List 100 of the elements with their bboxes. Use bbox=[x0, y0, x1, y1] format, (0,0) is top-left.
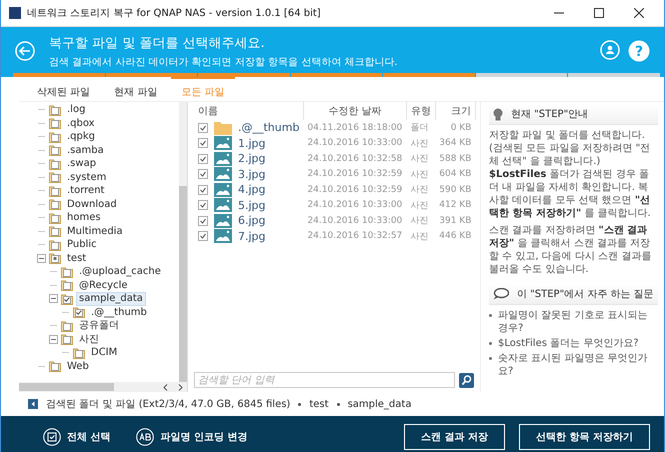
collapse-toggle-icon[interactable] bbox=[37, 254, 46, 263]
table-cell-text: 24.10.2016 10:32:58 bbox=[306, 152, 404, 166]
tree-item[interactable]: .qpkg bbox=[64, 130, 98, 144]
image-file-icon bbox=[214, 198, 232, 212]
checked-checkbox[interactable] bbox=[198, 169, 208, 180]
tree-item[interactable]: homes bbox=[64, 211, 104, 224]
table-cell-text: 24.10.2016 10:32:59 bbox=[306, 168, 404, 182]
action-button[interactable]: 스캔 결과 저장 bbox=[404, 424, 506, 450]
folder-icon[interactable] bbox=[49, 130, 61, 143]
folder-icon[interactable] bbox=[49, 144, 61, 156]
folder-icon[interactable] bbox=[61, 333, 73, 346]
maximize-icon[interactable] bbox=[594, 8, 604, 18]
table-cell-text: 사진 bbox=[409, 215, 430, 228]
folder-icon[interactable] bbox=[49, 158, 61, 170]
folder-icon[interactable] bbox=[49, 238, 61, 251]
table-cell-text: 24.10.2016 10:32:57 bbox=[306, 230, 404, 244]
collapse-panel-icon[interactable] bbox=[28, 399, 38, 409]
tree-item[interactable]: .@__thumb bbox=[88, 306, 150, 319]
tab[interactable]: 현재 파일 bbox=[104, 77, 168, 101]
tree-item[interactable]: .@upload_cache bbox=[76, 265, 164, 278]
toolbar-button[interactable]: 파일명 인코딩 변경 bbox=[130, 427, 254, 447]
partly-checked-folder-icon[interactable] bbox=[49, 252, 61, 264]
text-encoding-icon bbox=[136, 428, 154, 446]
toolbar-button[interactable]: 전체 선택 bbox=[37, 427, 116, 447]
checked-checkbox[interactable] bbox=[198, 231, 208, 242]
action-button[interactable]: 선택한 항목 저장하기 bbox=[519, 424, 650, 450]
table-cell-text: 사진 bbox=[409, 184, 430, 198]
checked-checkbox[interactable] bbox=[198, 154, 208, 164]
table-cell-text: 24.10.2016 10:33:00 bbox=[306, 199, 404, 212]
tree-item[interactable]: .qbox bbox=[64, 116, 98, 130]
checked-folder-icon[interactable] bbox=[61, 292, 73, 305]
scrollbar[interactable] bbox=[179, 102, 187, 382]
tree-item[interactable]: Public bbox=[64, 238, 100, 252]
tree-item[interactable]: .torrent bbox=[64, 184, 108, 198]
checked-checkbox[interactable] bbox=[198, 184, 208, 195]
file-name: 6.jpg bbox=[238, 214, 266, 228]
scroll-right-icon[interactable] bbox=[178, 384, 183, 390]
column-header[interactable]: 유형 bbox=[406, 102, 436, 120]
folder-icon[interactable] bbox=[49, 117, 61, 130]
column-header[interactable]: 수정한 날짜 bbox=[303, 102, 406, 120]
collapse-toggle-icon[interactable] bbox=[49, 294, 58, 304]
file-name: 1.jpg bbox=[238, 136, 266, 150]
folder-icon[interactable] bbox=[49, 104, 61, 116]
checked-checkbox[interactable] bbox=[198, 216, 208, 226]
folder-icon[interactable] bbox=[49, 198, 61, 210]
folder-icon[interactable] bbox=[49, 360, 61, 372]
column-header[interactable]: 크기 bbox=[435, 102, 476, 120]
scroll-left-icon[interactable] bbox=[163, 384, 168, 390]
table-cell-text: 사진 bbox=[409, 168, 430, 182]
tree-item[interactable]: DCIM bbox=[88, 346, 120, 360]
tree-item[interactable]: .swap bbox=[64, 157, 100, 170]
table-cell-text: 사진 bbox=[409, 138, 430, 151]
tree-item[interactable]: sample_data bbox=[76, 292, 146, 306]
path-segment[interactable]: test bbox=[309, 398, 329, 410]
app-logo-icon bbox=[9, 7, 21, 19]
close-icon[interactable] bbox=[634, 8, 644, 18]
checked-checkbox[interactable] bbox=[198, 138, 208, 148]
folder-icon[interactable] bbox=[73, 346, 85, 359]
tree-item[interactable]: .samba bbox=[64, 144, 107, 157]
faq-link[interactable]: $LostFiles 폴더는 무엇인가요? bbox=[498, 337, 639, 350]
tree-item[interactable]: Download bbox=[64, 198, 120, 211]
checked-checkbox[interactable] bbox=[198, 200, 208, 210]
user-icon[interactable] bbox=[600, 40, 620, 60]
faq-link[interactable]: 숫자로 표시된 파일명은 무엇인가요? bbox=[498, 352, 658, 378]
tree-item[interactable]: 공유폴더 bbox=[76, 319, 122, 332]
folder-icon[interactable] bbox=[49, 225, 61, 238]
horizontal-scrollbar[interactable] bbox=[19, 382, 187, 392]
file-name: 2.jpg bbox=[238, 152, 266, 166]
separator-dot-icon bbox=[336, 402, 340, 406]
tree-item[interactable]: .system bbox=[64, 170, 110, 184]
status-summary: 검색된 폴더 및 파일 (Ext2/3/4, 47.0 GB, 6845 files) bbox=[46, 398, 290, 411]
folder-icon[interactable] bbox=[61, 266, 73, 278]
checked-checkbox[interactable] bbox=[198, 122, 208, 133]
file-name: 3.jpg bbox=[238, 168, 266, 181]
path-segment[interactable]: sample_data bbox=[348, 398, 412, 410]
tree-item[interactable]: test bbox=[64, 252, 90, 265]
help-label: ? bbox=[634, 44, 644, 60]
file-name: .@__thumb bbox=[238, 121, 300, 134]
table-cell: 04.11.2016 18:18:00 bbox=[303, 120, 406, 136]
table-cell-text: 391 KB bbox=[438, 214, 472, 228]
tab[interactable]: 삭제된 파일 bbox=[27, 77, 100, 101]
tree-item[interactable]: Multimedia bbox=[64, 224, 126, 238]
search-icon[interactable] bbox=[459, 372, 474, 388]
tree-item[interactable]: @Recycle bbox=[76, 278, 130, 292]
tree-item[interactable]: Web bbox=[64, 360, 92, 373]
search-field[interactable]: 검색할 단어 입력 bbox=[194, 372, 455, 388]
page-subtitle: 검색 결과에서 사라진 데이터가 확인되면 저장할 항목을 선택하여 체크합니다. bbox=[49, 56, 399, 68]
folder-icon[interactable] bbox=[49, 171, 61, 184]
image-file-icon bbox=[214, 136, 232, 150]
folder-icon[interactable] bbox=[49, 212, 61, 224]
collapse-toggle-icon[interactable] bbox=[49, 334, 58, 344]
faq-link[interactable]: 파일명이 잘못된 기호로 표시되는 경우? bbox=[498, 309, 658, 335]
table-cell-text: 412 KB bbox=[438, 199, 472, 212]
checked-folder-icon[interactable] bbox=[73, 306, 85, 318]
tree-item[interactable]: .log bbox=[64, 103, 88, 116]
separator-dot-icon bbox=[298, 402, 302, 406]
lightbulb-icon bbox=[493, 108, 503, 120]
folder-icon[interactable] bbox=[49, 184, 61, 197]
tree-item[interactable]: 사진 bbox=[76, 332, 102, 346]
column-header[interactable]: 이름 bbox=[194, 102, 304, 120]
